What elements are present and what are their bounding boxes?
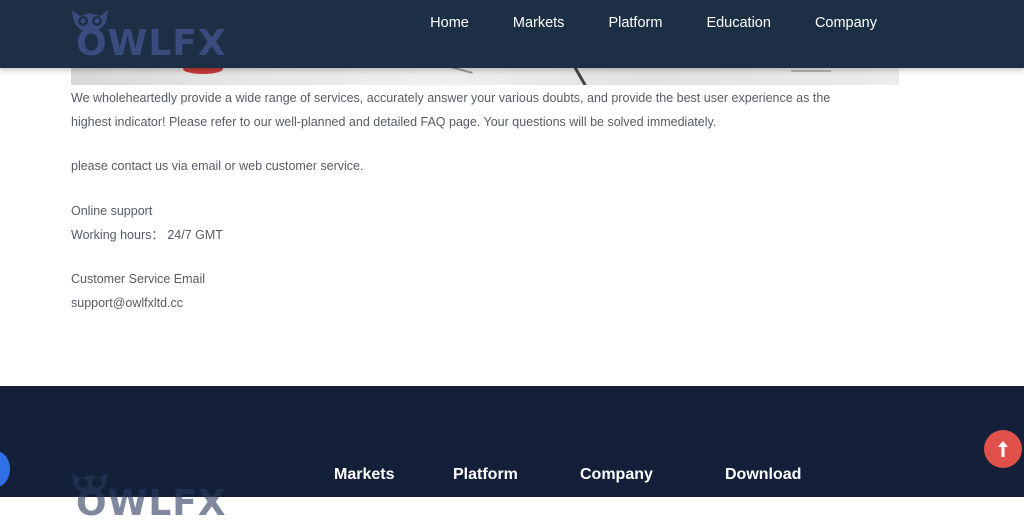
site-logo[interactable]: OWLFX (70, 6, 226, 62)
support-email[interactable]: support@owlfxltd.cc (71, 291, 183, 315)
footer-col-download[interactable]: Download (725, 466, 801, 484)
logo-text: OWLFX (76, 23, 227, 64)
working-hours: Working hours： 24/7 GMT (71, 228, 223, 242)
intro-text: We wholeheartedly provide a wide range o… (71, 91, 831, 129)
footer-logo-text: OWLFX (76, 483, 227, 524)
contact-text: please contact us via email or web custo… (71, 159, 364, 173)
scroll-to-top-button[interactable] (984, 430, 1022, 468)
site-header: OWLFX Home Markets Platform Education Co… (0, 0, 1024, 68)
nav-platform[interactable]: Platform (586, 15, 684, 31)
footer-col-platform[interactable]: Platform (453, 466, 518, 484)
footer-logo[interactable]: OWLFX (70, 464, 226, 522)
hero-image (71, 68, 899, 85)
online-support-label: Online support (71, 204, 153, 218)
nav-home[interactable]: Home (408, 15, 491, 31)
footer-col-company[interactable]: Company (580, 466, 653, 484)
nav-education[interactable]: Education (684, 15, 793, 31)
nav-markets[interactable]: Markets (491, 15, 587, 31)
nav-company[interactable]: Company (793, 15, 899, 31)
email-label: Customer Service Email (71, 272, 206, 286)
footer-col-markets[interactable]: Markets (334, 466, 394, 484)
main-nav: Home Markets Platform Education Company (408, 0, 899, 46)
site-footer: OWLFX Markets Platform Company Download (0, 386, 1024, 522)
arrow-up-icon (998, 441, 1008, 457)
